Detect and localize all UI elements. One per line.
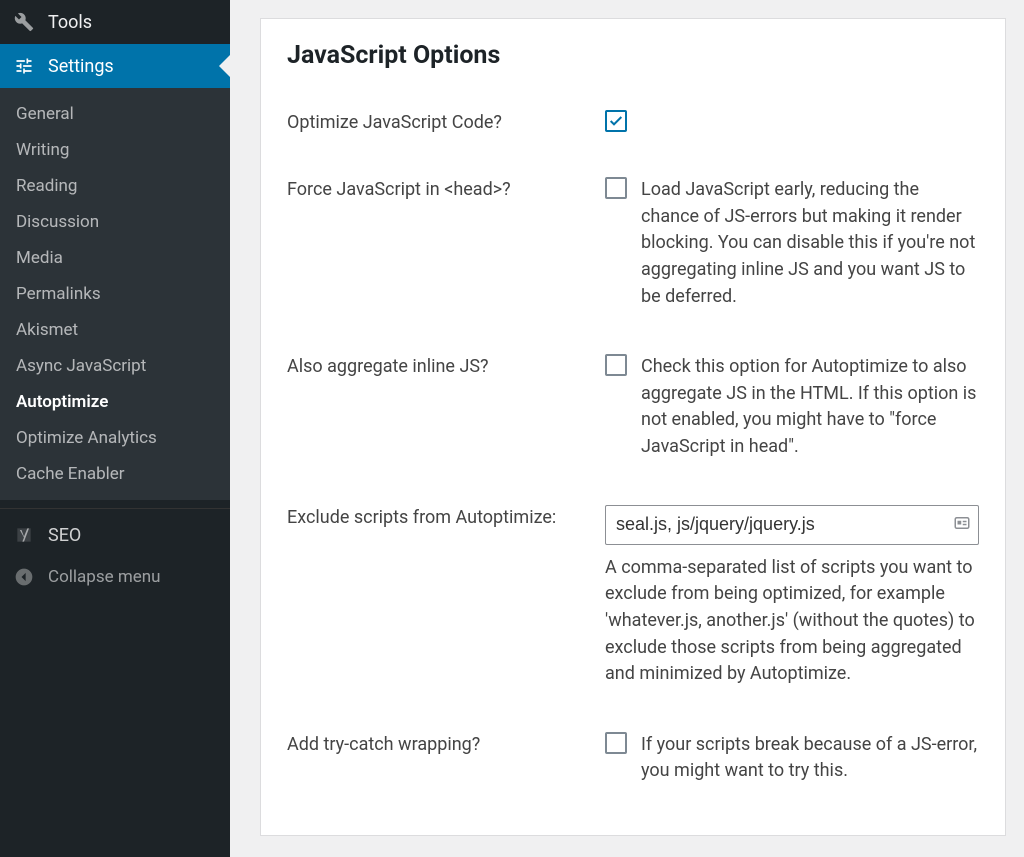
desc-inline: Check this option for Autoptimize to als… xyxy=(641,354,979,461)
chevron-left-circle-icon xyxy=(12,565,36,589)
collapse-menu-button[interactable]: Collapse menu xyxy=(0,555,230,599)
desc-trycatch: If your scripts break because of a JS-er… xyxy=(641,732,979,785)
sub-item-optimize-analytics[interactable]: Optimize Analytics xyxy=(0,420,230,456)
menu-item-seo-label: SEO xyxy=(48,525,81,546)
id-card-icon xyxy=(953,514,971,536)
menu-item-tools[interactable]: Tools xyxy=(0,0,230,44)
sub-item-media[interactable]: Media xyxy=(0,240,230,276)
sub-item-async-js[interactable]: Async JavaScript xyxy=(0,348,230,384)
sub-item-reading[interactable]: Reading xyxy=(0,168,230,204)
row-exclude: Exclude scripts from Autoptimize: A comm… xyxy=(287,505,979,688)
sub-item-discussion[interactable]: Discussion xyxy=(0,204,230,240)
menu-item-seo[interactable]: SEO xyxy=(0,508,230,555)
row-force-head: Force JavaScript in <head>? Load JavaScr… xyxy=(287,177,979,310)
menu-item-settings[interactable]: Settings xyxy=(0,44,230,88)
label-force-head: Force JavaScript in <head>? xyxy=(287,177,605,310)
sub-item-general[interactable]: General xyxy=(0,96,230,132)
menu-item-tools-label: Tools xyxy=(48,12,92,33)
menu-item-settings-label: Settings xyxy=(48,56,114,77)
sub-item-permalinks[interactable]: Permalinks xyxy=(0,276,230,312)
panel-title: JavaScript Options xyxy=(287,41,979,70)
row-inline: Also aggregate inline JS? Check this opt… xyxy=(287,354,979,461)
label-exclude: Exclude scripts from Autoptimize: xyxy=(287,505,605,688)
row-trycatch: Add try-catch wrapping? If your scripts … xyxy=(287,732,979,785)
desc-exclude: A comma-separated list of scripts you wa… xyxy=(605,555,979,688)
label-trycatch: Add try-catch wrapping? xyxy=(287,732,605,785)
checkbox-trycatch[interactable] xyxy=(605,732,627,754)
collapse-menu-label: Collapse menu xyxy=(48,567,161,587)
desc-force-head: Load JavaScript early, reducing the chan… xyxy=(641,177,979,310)
admin-sidebar: Tools Settings General Writing Reading D… xyxy=(0,0,230,857)
sub-item-writing[interactable]: Writing xyxy=(0,132,230,168)
sub-item-autoptimize[interactable]: Autoptimize xyxy=(0,384,230,420)
yoast-icon xyxy=(12,523,36,547)
sliders-icon xyxy=(12,54,36,78)
label-optimize: Optimize JavaScript Code? xyxy=(287,110,605,133)
label-inline: Also aggregate inline JS? xyxy=(287,354,605,461)
sub-item-cache-enabler[interactable]: Cache Enabler xyxy=(0,456,230,492)
settings-submenu: General Writing Reading Discussion Media… xyxy=(0,88,230,500)
checkbox-inline-js[interactable] xyxy=(605,354,627,376)
row-optimize: Optimize JavaScript Code? xyxy=(287,110,979,133)
exclude-scripts-input[interactable] xyxy=(605,505,979,545)
checkbox-force-head[interactable] xyxy=(605,177,627,199)
sub-item-akismet[interactable]: Akismet xyxy=(0,312,230,348)
main-content: JavaScript Options Optimize JavaScript C… xyxy=(230,0,1024,857)
wrench-icon xyxy=(12,10,36,34)
checkbox-optimize-js[interactable] xyxy=(605,110,627,132)
js-options-panel: JavaScript Options Optimize JavaScript C… xyxy=(260,18,1006,836)
